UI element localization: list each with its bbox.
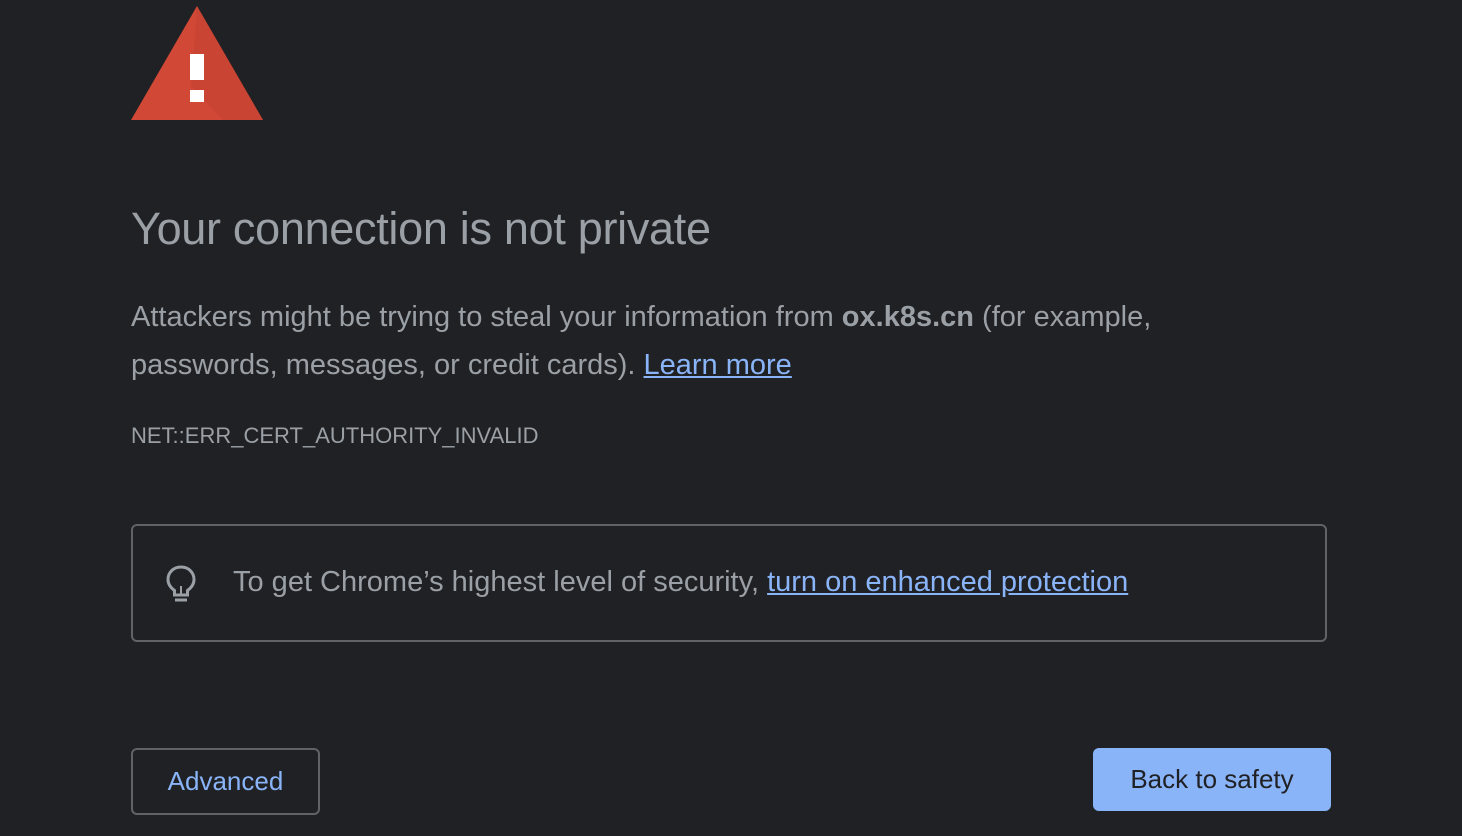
advanced-button[interactable]: Advanced [131, 748, 320, 815]
enhanced-protection-box: To get Chrome’s highest level of securit… [131, 524, 1327, 642]
error-code: NET::ERR_CERT_AUTHORITY_INVALID [131, 423, 539, 448]
warning-triangle-icon [131, 6, 263, 120]
host-name: ox.k8s.cn [841, 301, 974, 333]
explanation-text: Attackers might be trying to steal your … [131, 293, 1271, 389]
back-to-safety-button[interactable]: Back to safety [1093, 748, 1331, 811]
explanation-before: Attackers might be trying to steal your … [131, 301, 842, 333]
enhanced-protection-link[interactable]: turn on enhanced protection [767, 566, 1128, 598]
learn-more-link[interactable]: Learn more [644, 349, 792, 381]
lightbulb-icon [166, 565, 196, 602]
page-title: Your connection is not private [131, 203, 711, 254]
enhanced-protection-text: To get Chrome’s highest level of securit… [233, 566, 1128, 599]
enhanced-protection-prefix: To get Chrome’s highest level of securit… [233, 566, 768, 598]
